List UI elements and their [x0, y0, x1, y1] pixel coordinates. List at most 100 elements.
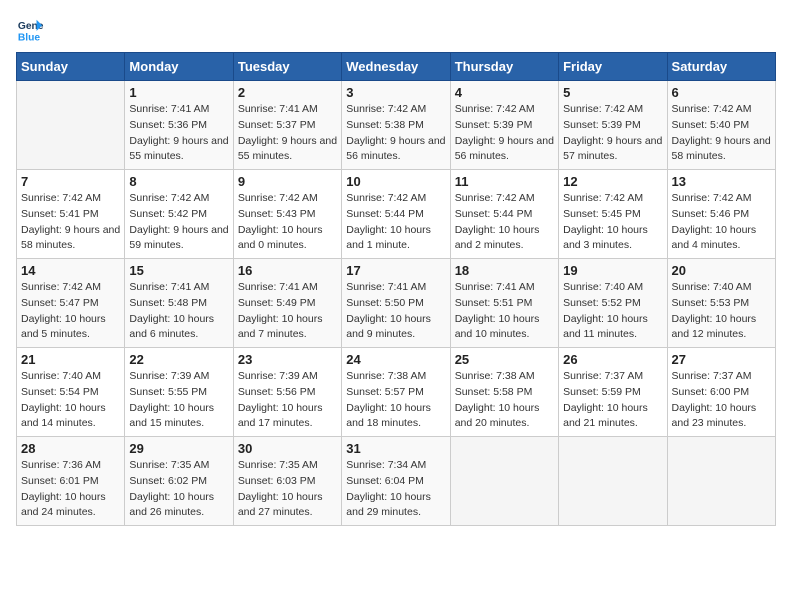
day-info: Sunrise: 7:42 AMSunset: 5:39 PMDaylight:…	[563, 102, 662, 165]
weekday-header-wednesday: Wednesday	[342, 53, 450, 81]
weekday-header-friday: Friday	[559, 53, 667, 81]
day-info: Sunrise: 7:42 AMSunset: 5:41 PMDaylight:…	[21, 191, 120, 254]
calendar-cell: 15Sunrise: 7:41 AMSunset: 5:48 PMDayligh…	[125, 259, 233, 348]
calendar-cell	[559, 437, 667, 526]
calendar-cell: 12 Sunrise: 7:42 AMSunset: 5:45 PMDayligh…	[559, 170, 667, 259]
calendar-cell: 27 Sunrise: 7:37 AMSunset: 6:00 PMDayligh…	[667, 348, 775, 437]
day-number: 10	[346, 174, 445, 189]
day-info: Sunrise: 7:36 AMSunset: 6:01 PMDaylight:…	[21, 458, 120, 521]
calendar-week-row: 7 Sunrise: 7:42 AMSunset: 5:41 PMDaylight…	[17, 170, 776, 259]
day-number: 11	[455, 174, 554, 189]
day-info: Sunrise: 7:35 AMSunset: 6:03 PMDaylight:…	[238, 458, 337, 521]
weekday-header-tuesday: Tuesday	[233, 53, 341, 81]
day-info: Sunrise: 7:41 AMSunset: 5:51 PMDaylight:…	[455, 280, 554, 343]
day-info: Sunrise: 7:41 AMSunset: 5:50 PMDaylight:…	[346, 280, 445, 343]
calendar-table: SundayMondayTuesdayWednesdayThursdayFrid…	[16, 52, 776, 526]
calendar-cell	[17, 81, 125, 170]
day-number: 20	[672, 263, 771, 278]
day-number: 1	[129, 85, 228, 100]
day-info: Sunrise: 7:42 AMSunset: 5:45 PMDaylight:…	[563, 191, 662, 254]
day-info: Sunrise: 7:42 AMSunset: 5:38 PMDaylight:…	[346, 102, 445, 165]
day-info: Sunrise: 7:35 AMSunset: 6:02 PMDaylight:…	[129, 458, 228, 521]
day-number: 6	[672, 85, 771, 100]
day-number: 3	[346, 85, 445, 100]
calendar-cell: 2 Sunrise: 7:41 AMSunset: 5:37 PMDaylight…	[233, 81, 341, 170]
day-number: 21	[21, 352, 120, 367]
day-info: Sunrise: 7:42 AMSunset: 5:43 PMDaylight:…	[238, 191, 337, 254]
calendar-cell: 26 Sunrise: 7:37 AMSunset: 5:59 PMDayligh…	[559, 348, 667, 437]
day-number: 15	[129, 263, 228, 278]
calendar-cell: 25Sunrise: 7:38 AMSunset: 5:58 PMDayligh…	[450, 348, 558, 437]
day-number: 4	[455, 85, 554, 100]
calendar-cell: 3 Sunrise: 7:42 AMSunset: 5:38 PMDaylight…	[342, 81, 450, 170]
weekday-header-monday: Monday	[125, 53, 233, 81]
day-number: 22	[129, 352, 228, 367]
calendar-cell	[667, 437, 775, 526]
calendar-cell: 9 Sunrise: 7:42 AMSunset: 5:43 PMDaylight…	[233, 170, 341, 259]
calendar-cell: 21 Sunrise: 7:40 AMSunset: 5:54 PMDayligh…	[17, 348, 125, 437]
calendar-cell: 11 Sunrise: 7:42 AMSunset: 5:44 PMDayligh…	[450, 170, 558, 259]
day-info: Sunrise: 7:37 AMSunset: 5:59 PMDaylight:…	[563, 369, 662, 432]
day-info: Sunrise: 7:41 AMSunset: 5:36 PMDaylight:…	[129, 102, 228, 165]
day-number: 2	[238, 85, 337, 100]
logo: General Blue	[16, 16, 44, 44]
day-number: 24	[346, 352, 445, 367]
day-info: Sunrise: 7:34 AMSunset: 6:04 PMDaylight:…	[346, 458, 445, 521]
day-number: 31	[346, 441, 445, 456]
calendar-cell: 1 Sunrise: 7:41 AMSunset: 5:36 PMDaylight…	[125, 81, 233, 170]
logo-icon: General Blue	[16, 16, 44, 44]
day-number: 7	[21, 174, 120, 189]
page-header: General Blue	[16, 16, 776, 44]
calendar-cell: 28Sunrise: 7:36 AMSunset: 6:01 PMDayligh…	[17, 437, 125, 526]
day-number: 27	[672, 352, 771, 367]
weekday-header-thursday: Thursday	[450, 53, 558, 81]
day-number: 23	[238, 352, 337, 367]
calendar-cell	[450, 437, 558, 526]
day-info: Sunrise: 7:37 AMSunset: 6:00 PMDaylight:…	[672, 369, 771, 432]
calendar-cell: 22 Sunrise: 7:39 AMSunset: 5:55 PMDayligh…	[125, 348, 233, 437]
calendar-cell: 20Sunrise: 7:40 AMSunset: 5:53 PMDayligh…	[667, 259, 775, 348]
day-info: Sunrise: 7:42 AMSunset: 5:42 PMDaylight:…	[129, 191, 228, 254]
weekday-header-sunday: Sunday	[17, 53, 125, 81]
day-number: 16	[238, 263, 337, 278]
day-info: Sunrise: 7:40 AMSunset: 5:52 PMDaylight:…	[563, 280, 662, 343]
calendar-cell: 5 Sunrise: 7:42 AMSunset: 5:39 PMDaylight…	[559, 81, 667, 170]
weekday-header-saturday: Saturday	[667, 53, 775, 81]
calendar-cell: 14Sunrise: 7:42 AMSunset: 5:47 PMDayligh…	[17, 259, 125, 348]
weekday-header-row: SundayMondayTuesdayWednesdayThursdayFrid…	[17, 53, 776, 81]
day-info: Sunrise: 7:41 AMSunset: 5:49 PMDaylight:…	[238, 280, 337, 343]
day-number: 5	[563, 85, 662, 100]
calendar-week-row: 14Sunrise: 7:42 AMSunset: 5:47 PMDayligh…	[17, 259, 776, 348]
day-number: 17	[346, 263, 445, 278]
day-number: 30	[238, 441, 337, 456]
calendar-cell: 18 Sunrise: 7:41 AMSunset: 5:51 PMDayligh…	[450, 259, 558, 348]
day-info: Sunrise: 7:38 AMSunset: 5:57 PMDaylight:…	[346, 369, 445, 432]
day-number: 26	[563, 352, 662, 367]
day-info: Sunrise: 7:42 AMSunset: 5:46 PMDaylight:…	[672, 191, 771, 254]
calendar-cell: 13 Sunrise: 7:42 AMSunset: 5:46 PMDayligh…	[667, 170, 775, 259]
day-number: 12	[563, 174, 662, 189]
calendar-cell: 7 Sunrise: 7:42 AMSunset: 5:41 PMDaylight…	[17, 170, 125, 259]
calendar-cell: 31 Sunrise: 7:34 AMSunset: 6:04 PMDayligh…	[342, 437, 450, 526]
day-number: 25	[455, 352, 554, 367]
day-info: Sunrise: 7:39 AMSunset: 5:56 PMDaylight:…	[238, 369, 337, 432]
day-number: 8	[129, 174, 228, 189]
calendar-cell: 17 Sunrise: 7:41 AMSunset: 5:50 PMDayligh…	[342, 259, 450, 348]
calendar-cell: 16 Sunrise: 7:41 AMSunset: 5:49 PMDayligh…	[233, 259, 341, 348]
calendar-cell: 23 Sunrise: 7:39 AMSunset: 5:56 PMDayligh…	[233, 348, 341, 437]
calendar-cell: 8 Sunrise: 7:42 AMSunset: 5:42 PMDaylight…	[125, 170, 233, 259]
svg-text:Blue: Blue	[18, 32, 41, 43]
day-number: 19	[563, 263, 662, 278]
day-number: 18	[455, 263, 554, 278]
day-info: Sunrise: 7:42 AMSunset: 5:44 PMDaylight:…	[346, 191, 445, 254]
day-info: Sunrise: 7:39 AMSunset: 5:55 PMDaylight:…	[129, 369, 228, 432]
calendar-cell: 6Sunrise: 7:42 AMSunset: 5:40 PMDaylight…	[667, 81, 775, 170]
day-number: 9	[238, 174, 337, 189]
calendar-week-row: 28Sunrise: 7:36 AMSunset: 6:01 PMDayligh…	[17, 437, 776, 526]
day-info: Sunrise: 7:42 AMSunset: 5:44 PMDaylight:…	[455, 191, 554, 254]
calendar-cell: 30 Sunrise: 7:35 AMSunset: 6:03 PMDayligh…	[233, 437, 341, 526]
calendar-cell: 24 Sunrise: 7:38 AMSunset: 5:57 PMDayligh…	[342, 348, 450, 437]
day-number: 13	[672, 174, 771, 189]
day-info: Sunrise: 7:40 AMSunset: 5:54 PMDaylight:…	[21, 369, 120, 432]
day-info: Sunrise: 7:41 AMSunset: 5:37 PMDaylight:…	[238, 102, 337, 165]
